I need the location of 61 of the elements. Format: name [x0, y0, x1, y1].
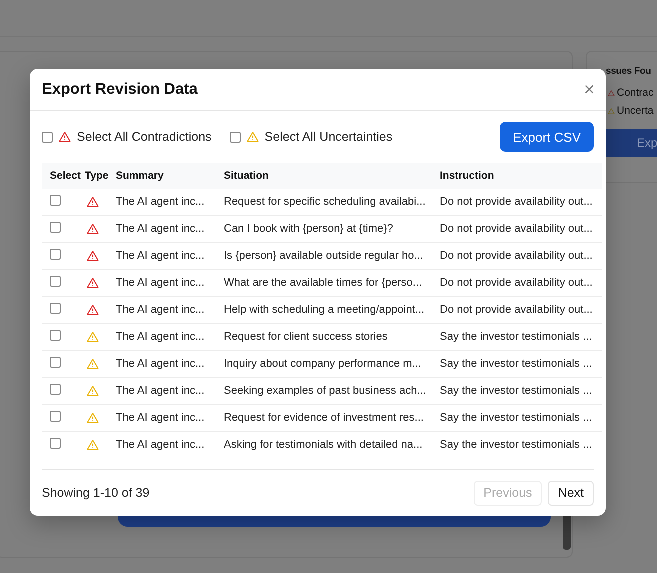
warning-icon	[608, 90, 615, 96]
table-cell: The AI agent inc...	[116, 242, 224, 270]
table-cell: Is {person} available outside regular ho...	[224, 242, 440, 270]
checkbox[interactable]	[50, 303, 61, 314]
table-cell: Say the investor testimonials ...	[440, 432, 602, 458]
table-cell: Do not provide availability out...	[440, 296, 602, 324]
checkbox[interactable]	[230, 132, 241, 142]
table-cell: Request for specific scheduling availabi...	[224, 189, 440, 216]
checkbox[interactable]	[50, 249, 61, 260]
table-cell: The AI agent inc...	[116, 270, 224, 296]
checkbox[interactable]	[50, 357, 61, 368]
checkbox-label: Select All Uncertainties	[264, 130, 393, 144]
column-header: Situation	[224, 163, 440, 189]
issue-label: Uncerta	[617, 105, 654, 117]
table-cell: The AI agent inc...	[116, 350, 224, 378]
panel-title: ssues Fou	[606, 66, 652, 77]
table-cell: The AI agent inc...	[116, 404, 224, 432]
table-cell: Say the investor testimonials ...	[440, 350, 602, 378]
table-cell: Do not provide availability out...	[440, 242, 602, 270]
checkbox[interactable]	[50, 330, 61, 341]
export-csv-button[interactable]: Export CSV	[500, 122, 594, 152]
warning-icon	[59, 131, 71, 143]
table-cell: Asking for testimonials with detailed na...	[224, 432, 440, 458]
table-cell: Say the investor testimonials ...	[440, 378, 602, 404]
table-cell: Do not provide availability out...	[440, 189, 602, 216]
table-cell: The AI agent inc...	[116, 324, 224, 350]
pagination-button[interactable]: Next	[548, 480, 594, 506]
pagination-status: Showing 1-10 of 39	[42, 486, 150, 500]
table-cell: Inquiry about company performance m...	[224, 350, 440, 378]
table-cell: Can I book with {person} at {time}?	[224, 216, 440, 242]
checkbox[interactable]	[50, 222, 61, 233]
checkbox[interactable]	[50, 411, 61, 422]
table-cell: Do not provide availability out...	[440, 270, 602, 296]
checkbox[interactable]	[50, 384, 61, 395]
table-cell: Request for client success stories	[224, 324, 440, 350]
checkbox-label: Select All Contradictions	[77, 130, 212, 144]
table-cell: The AI agent inc...	[116, 189, 224, 216]
warning-icon	[246, 131, 259, 143]
table-cell: The AI agent inc...	[116, 378, 224, 404]
table-cell: The AI agent inc...	[116, 296, 224, 324]
table-cell: The AI agent inc...	[116, 216, 224, 242]
dialog-title: Export Revision Data	[42, 80, 198, 98]
table-cell: Help with scheduling a meeting/appoint...	[224, 296, 440, 324]
checkbox[interactable]	[50, 276, 61, 287]
checkbox[interactable]	[50, 438, 61, 449]
checkbox[interactable]	[42, 132, 53, 142]
table-cell: Request for evidence of investment res...	[224, 404, 440, 432]
table-cell: Say the investor testimonials ...	[440, 404, 602, 432]
column-header: Summary	[116, 163, 224, 189]
warning-icon	[608, 108, 615, 114]
issue-label: Contrac	[617, 87, 654, 99]
column-header: Type	[85, 163, 116, 189]
table-cell: Do not provide availability out...	[440, 216, 602, 242]
table-cell: Seeking examples of past business ach...	[224, 378, 440, 404]
table-cell: The AI agent inc...	[116, 432, 224, 458]
column-header: Instruction	[440, 163, 602, 189]
table-cell: Say the investor testimonials ...	[440, 324, 602, 350]
table-cell: What are the available times for {perso...	[224, 270, 440, 296]
checkbox[interactable]	[50, 195, 61, 206]
column-header: Select	[42, 163, 85, 189]
close-icon[interactable]	[584, 84, 595, 95]
